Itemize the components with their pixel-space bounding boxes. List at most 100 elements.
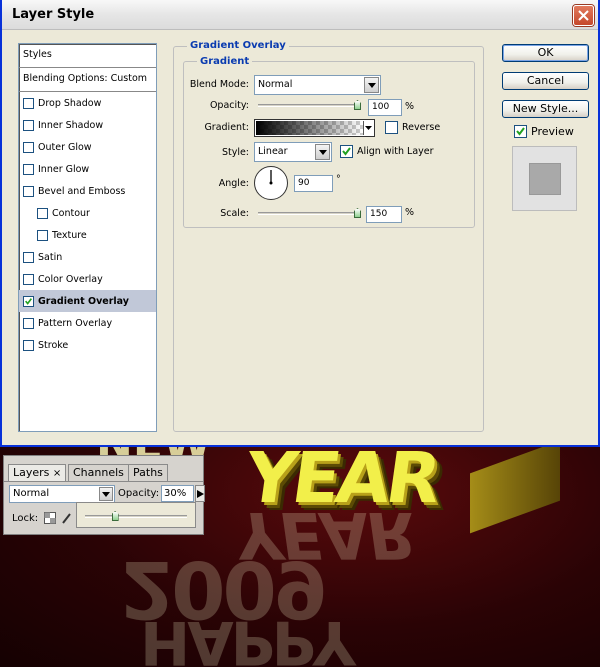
gradient-picker[interactable] bbox=[254, 119, 375, 137]
tab-layers-label: Layers bbox=[13, 466, 50, 479]
chevron-right-icon bbox=[197, 490, 204, 498]
angle-needle-icon bbox=[269, 170, 273, 185]
blending-options[interactable]: Blending Options: Custom bbox=[19, 68, 156, 92]
style-item-label: Pattern Overlay bbox=[38, 317, 113, 329]
layer-blend-mode-value: Normal bbox=[13, 488, 50, 499]
layer-blend-mode-select[interactable]: Normal bbox=[9, 485, 115, 503]
dialog-titlebar[interactable]: Layer Style bbox=[2, 0, 598, 30]
style-item-checkbox[interactable] bbox=[23, 317, 34, 329]
tab-divider bbox=[4, 481, 203, 482]
layer-opacity-label: Opacity: bbox=[118, 488, 160, 499]
preview-label: Preview bbox=[531, 125, 574, 138]
preview-thumbnail bbox=[512, 146, 577, 211]
scale-percent: % bbox=[405, 207, 415, 218]
reverse-checkbox-row[interactable]: Reverse bbox=[385, 121, 440, 134]
style-item-label: Bevel and Emboss bbox=[38, 185, 126, 197]
reflection-happy: HAPPY bbox=[140, 607, 354, 667]
style-item-checkbox[interactable] bbox=[23, 119, 34, 131]
close-icon bbox=[578, 10, 589, 21]
ok-button[interactable]: OK bbox=[502, 44, 589, 62]
gradient-label: Gradient: bbox=[204, 122, 249, 133]
checkmark-icon bbox=[25, 297, 33, 305]
gradient-subgroup-title: Gradient bbox=[197, 56, 253, 67]
align-with-layer-checkbox[interactable] bbox=[340, 145, 353, 158]
style-item-checkbox[interactable] bbox=[37, 229, 48, 241]
style-item-texture[interactable]: Texture bbox=[19, 224, 156, 246]
tab-paths[interactable]: Paths bbox=[128, 464, 168, 481]
layer-opacity-flyout-button[interactable] bbox=[195, 485, 205, 502]
style-item-checkbox[interactable] bbox=[23, 339, 34, 351]
opacity-percent: % bbox=[405, 101, 415, 112]
layer-opacity-input[interactable]: 30% bbox=[161, 485, 194, 502]
style-value: Linear bbox=[258, 146, 288, 157]
close-button[interactable] bbox=[573, 5, 594, 26]
styles-header[interactable]: Styles bbox=[19, 44, 156, 68]
style-item-bevel-and-emboss[interactable]: Bevel and Emboss bbox=[19, 180, 156, 202]
style-item-checkbox[interactable] bbox=[37, 207, 48, 219]
scale-label: Scale: bbox=[220, 208, 249, 219]
gradient-swatch[interactable] bbox=[256, 121, 363, 135]
style-item-label: Contour bbox=[52, 207, 90, 219]
preview-checkbox-row[interactable]: Preview bbox=[514, 125, 574, 138]
style-item-checkbox[interactable] bbox=[23, 273, 34, 285]
style-item-checkbox[interactable] bbox=[23, 163, 34, 175]
tab-layers[interactable]: Layers × bbox=[8, 464, 67, 481]
layer-style-dialog: Layer Style Styles Blending Options: Cus… bbox=[0, 0, 600, 447]
opacity-slider[interactable] bbox=[258, 104, 358, 107]
style-item-gradient-overlay[interactable]: Gradient Overlay bbox=[19, 290, 156, 312]
opacity-input[interactable]: 100 bbox=[368, 99, 402, 116]
blend-mode-label: Blend Mode: bbox=[189, 79, 249, 90]
angle-input[interactable]: 90 bbox=[294, 175, 333, 192]
lock-brush-icon[interactable] bbox=[61, 512, 73, 524]
cancel-button[interactable]: Cancel bbox=[502, 72, 589, 90]
style-item-stroke[interactable]: Stroke bbox=[19, 334, 156, 356]
style-item-color-overlay[interactable]: Color Overlay bbox=[19, 268, 156, 290]
style-item-outer-glow[interactable]: Outer Glow bbox=[19, 136, 156, 158]
blend-mode-value: Normal bbox=[258, 79, 293, 90]
angle-label: Angle: bbox=[218, 178, 249, 189]
style-item-label: Satin bbox=[38, 251, 63, 263]
style-item-contour[interactable]: Contour bbox=[19, 202, 156, 224]
align-checkbox-row[interactable]: Align with Layer bbox=[340, 145, 434, 158]
style-item-checkbox[interactable] bbox=[23, 97, 34, 109]
opacity-label: Opacity: bbox=[209, 100, 249, 111]
preview-swatch bbox=[529, 163, 561, 195]
chevron-down-icon bbox=[364, 77, 379, 93]
opacity-popup-track[interactable] bbox=[85, 515, 187, 518]
new-style-button[interactable]: New Style... bbox=[502, 100, 589, 118]
style-item-label: Outer Glow bbox=[38, 141, 92, 153]
style-select[interactable]: Linear bbox=[254, 142, 332, 162]
lock-transparent-pixels-icon[interactable] bbox=[44, 512, 56, 524]
blend-mode-select[interactable]: Normal bbox=[254, 75, 381, 95]
checkmark-icon bbox=[342, 147, 351, 156]
tab-close-icon[interactable]: × bbox=[53, 468, 61, 479]
opacity-popup-thumb[interactable] bbox=[111, 511, 119, 521]
style-item-satin[interactable]: Satin bbox=[19, 246, 156, 268]
style-item-label: Texture bbox=[52, 229, 87, 241]
style-item-inner-shadow[interactable]: Inner Shadow bbox=[19, 114, 156, 136]
style-item-label: Stroke bbox=[38, 339, 69, 351]
scale-slider[interactable] bbox=[258, 212, 358, 215]
scale-input[interactable]: 150 bbox=[366, 206, 402, 223]
chevron-down-icon bbox=[315, 144, 330, 160]
style-item-checkbox[interactable] bbox=[23, 295, 34, 307]
checkmark-icon bbox=[516, 127, 525, 136]
style-item-label: Color Overlay bbox=[38, 273, 103, 285]
preview-checkbox[interactable] bbox=[514, 125, 527, 138]
opacity-popup-slider[interactable] bbox=[76, 502, 196, 528]
dialog-title: Layer Style bbox=[12, 7, 95, 22]
style-item-inner-glow[interactable]: Inner Glow bbox=[19, 158, 156, 180]
angle-dial[interactable] bbox=[254, 166, 288, 200]
style-label: Style: bbox=[221, 147, 249, 158]
tab-channels[interactable]: Channels bbox=[68, 464, 129, 481]
style-item-drop-shadow[interactable]: Drop Shadow bbox=[19, 92, 156, 114]
style-item-checkbox[interactable] bbox=[23, 141, 34, 153]
reverse-label: Reverse bbox=[402, 122, 441, 133]
style-item-checkbox[interactable] bbox=[23, 251, 34, 263]
style-item-pattern-overlay[interactable]: Pattern Overlay bbox=[19, 312, 156, 334]
reverse-checkbox[interactable] bbox=[385, 121, 398, 134]
style-item-checkbox[interactable] bbox=[23, 185, 34, 197]
layers-panel: Layers × Channels Paths Normal Opacity: … bbox=[3, 455, 205, 535]
gradient-dropdown-icon[interactable] bbox=[363, 121, 373, 135]
chevron-down-icon bbox=[99, 487, 113, 501]
